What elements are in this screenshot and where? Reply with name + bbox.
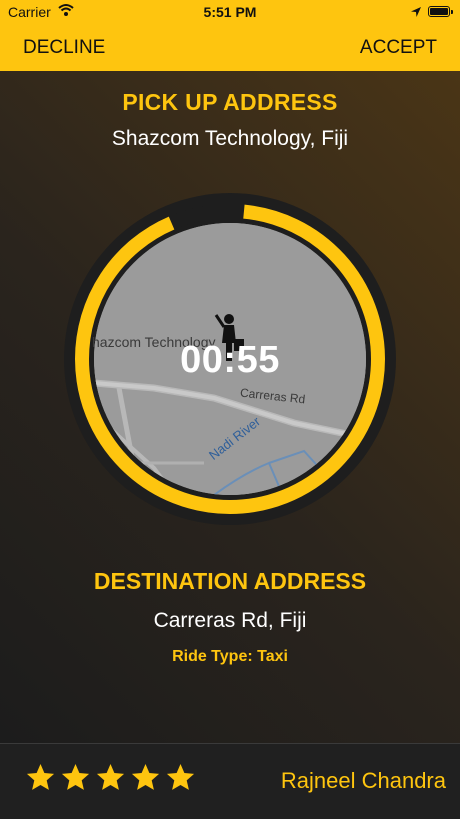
pickup-title: PICK UP ADDRESS <box>122 89 338 115</box>
countdown-timer: 00:55 <box>180 339 280 381</box>
driver-footer: Rajneel Chandra <box>0 743 460 819</box>
location-arrow-icon <box>410 5 422 21</box>
destination-address: Carreras Rd, Fiji <box>153 609 307 632</box>
decline-button[interactable]: DECLINE <box>23 37 105 59</box>
star-icon <box>26 763 55 790</box>
pickup-address: Shazcom Technology, Fiji <box>111 127 349 150</box>
accept-button[interactable]: ACCEPT <box>360 37 437 59</box>
battery-icon <box>428 6 453 17</box>
star-icon <box>61 763 90 790</box>
driver-rating <box>25 762 196 793</box>
star-icon <box>166 763 195 790</box>
star-icon <box>96 763 125 790</box>
clock: 5:51 PM <box>203 4 257 20</box>
star-icon <box>131 763 160 790</box>
destination-title: DESTINATION ADDRESS <box>93 568 367 594</box>
ride-type-label: Ride Type: Taxi <box>172 648 288 665</box>
action-bar: DECLINE ACCEPT <box>0 24 460 71</box>
status-bar: Carrier 5:51 PM <box>0 0 460 24</box>
driver-name: Rajneel Chandra <box>280 768 446 793</box>
ride-request-panel: PICK UP ADDRESS Shazcom Technology, Fiji… <box>0 71 460 743</box>
